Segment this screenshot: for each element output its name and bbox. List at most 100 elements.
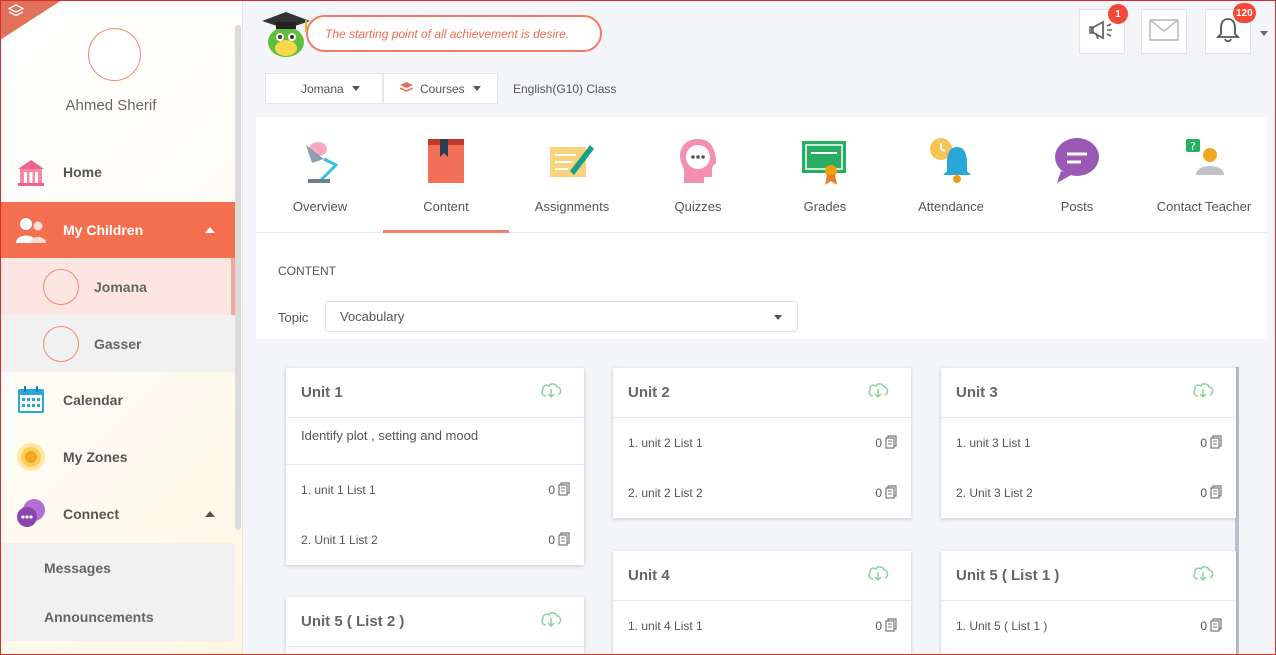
sidebar-item-connect[interactable]: Connect	[0, 489, 235, 539]
list-item[interactable]: 1. unit 1 List 1 0	[286, 465, 584, 515]
list-item-count: 0	[875, 436, 882, 450]
sidebar-item-home[interactable]: Home	[0, 147, 235, 197]
list-item-name: 1. unit 2 List 1	[628, 436, 703, 450]
breadcrumb-child-label: Jomana	[301, 81, 344, 96]
quiz-head-icon	[672, 135, 724, 187]
topic-select-value: Vocabulary	[340, 309, 405, 324]
breadcrumb-courses-label: Courses	[420, 81, 465, 96]
tab-content[interactable]: Content	[383, 117, 509, 233]
breadcrumb-courses[interactable]: Courses	[399, 73, 481, 104]
sidebar-scrollbar[interactable]	[235, 25, 241, 530]
list-item-count: 0	[1200, 619, 1207, 633]
unit-header[interactable]: Unit 4	[613, 551, 911, 601]
speech-bubble-icon	[1051, 135, 1103, 187]
tab-contact-teacher[interactable]: ? Contact Teacher	[1141, 117, 1267, 233]
sidebar-child-jomana[interactable]: Jomana	[0, 258, 235, 315]
tab-attendance[interactable]: Attendance	[888, 117, 1014, 233]
chevron-down-icon[interactable]	[1260, 31, 1268, 36]
user-avatar[interactable]	[88, 28, 141, 81]
cloud-download-icon[interactable]	[540, 381, 562, 403]
unit-header[interactable]: Unit 5 ( List 2 )	[286, 597, 584, 647]
breadcrumb-child[interactable]: Jomana	[301, 73, 360, 104]
list-item[interactable]: 2. Unit 1 List 2 0	[286, 515, 584, 565]
tab-posts[interactable]: Posts	[1014, 117, 1140, 233]
sidebar-item-label: Connect	[63, 506, 119, 522]
sidebar-item-label: Calendar	[63, 392, 123, 408]
assignment-icon	[546, 135, 598, 187]
dinosaur-mascot-icon	[256, 4, 316, 60]
topic-label: Topic	[278, 310, 309, 325]
motivation-quote: The starting point of all achievement is…	[306, 15, 602, 52]
cloud-download-icon[interactable]	[867, 381, 889, 403]
sidebar-item-my-zones[interactable]: My Zones	[0, 432, 235, 482]
tab-label: Posts	[1060, 199, 1094, 214]
course-panel: Overview Content Assignments Quizzes Gra…	[256, 117, 1268, 655]
sidebar-item-label: Home	[63, 164, 102, 180]
sidebar-subitem-messages[interactable]: Messages	[0, 543, 235, 592]
list-item-count: 0	[548, 533, 555, 547]
chevron-down-icon	[472, 86, 481, 91]
list-item[interactable]: 1. unit 3 List 1 0	[941, 418, 1236, 468]
unit-title: Unit 5 ( List 2 )	[301, 613, 405, 630]
list-item[interactable]: 1. unit 4 List 1 0	[613, 601, 911, 651]
cloud-download-icon[interactable]	[1192, 564, 1214, 586]
list-item[interactable]: 1. Unit 5 ( List 1 ) 0	[941, 601, 1236, 651]
child-avatar	[43, 268, 79, 305]
copy-icon	[885, 434, 897, 452]
unit-card: Unit 4 1. unit 4 List 1 0	[613, 551, 911, 655]
topic-select[interactable]: Vocabulary	[325, 301, 798, 332]
unit-header[interactable]: Unit 3	[941, 368, 1236, 418]
unit-header[interactable]: Unit 1	[286, 368, 584, 418]
book-icon	[420, 135, 472, 187]
tab-overview[interactable]: Overview	[257, 117, 383, 233]
unit-description: Identify plot , setting and mood	[286, 418, 584, 465]
user-name: Ahmed Sherif	[65, 97, 157, 114]
certificate-icon	[799, 135, 851, 187]
bell-clock-icon	[925, 135, 977, 187]
list-item-name: 1. unit 3 List 1	[956, 436, 1031, 450]
tab-label: Contact Teacher	[1156, 199, 1252, 214]
sidebar-item-my-children[interactable]: My Children	[0, 202, 235, 258]
list-item[interactable]: 2. unit 2 List 2 0	[613, 468, 911, 518]
unit-card: Unit 5 ( List 2 )	[286, 597, 584, 655]
unit-header[interactable]: Unit 5 ( List 1 )	[941, 551, 1236, 601]
school-icon	[15, 156, 47, 188]
list-item[interactable]: 2. Unit 3 List 2 0	[941, 468, 1236, 518]
copy-icon	[558, 531, 570, 549]
tab-label: Grades	[803, 199, 847, 214]
sidebar-child-gasser[interactable]: Gasser	[0, 315, 235, 372]
course-tabs: Overview Content Assignments Quizzes Gra…	[256, 117, 1268, 233]
chevron-down-icon	[351, 86, 360, 91]
chevron-up-icon[interactable]	[205, 511, 215, 517]
children-icon	[15, 214, 47, 246]
layers-icon[interactable]	[7, 4, 25, 21]
sidebar-item-label: My Children	[63, 222, 144, 238]
breadcrumb-current-label: English(G10) Class	[513, 81, 617, 96]
tab-label: Assignments	[534, 199, 610, 214]
unit-card: Unit 3 1. unit 3 List 1 0 2. Unit 3 List…	[941, 368, 1236, 518]
tab-label: Content	[423, 199, 469, 214]
messages-button[interactable]	[1141, 9, 1187, 54]
list-item-name: 2. Unit 3 List 2	[956, 486, 1033, 500]
sidebar-item-calendar[interactable]: Calendar	[0, 375, 235, 425]
unit-header[interactable]: Unit 2	[613, 368, 911, 418]
sidebar-subitem-announcements[interactable]: Announcements	[0, 592, 235, 641]
list-item-count: 0	[548, 483, 555, 497]
list-item-name: 2. Unit 1 List 2	[301, 533, 378, 547]
cloud-download-icon[interactable]	[540, 610, 562, 632]
list-item[interactable]: 1. unit 2 List 1 0	[613, 418, 911, 468]
unit-card: Unit 5 ( List 1 ) 1. Unit 5 ( List 1 ) 0	[941, 551, 1236, 655]
copy-icon	[1210, 434, 1222, 452]
chat-icon	[15, 498, 47, 530]
calendar-icon	[15, 384, 47, 416]
unit-title: Unit 3	[956, 384, 998, 401]
cloud-download-icon[interactable]	[1192, 381, 1214, 403]
sidebar-subitem-label: Messages	[44, 559, 111, 576]
cloud-download-icon[interactable]	[867, 564, 889, 586]
unit-card: Unit 1 Identify plot , setting and mood …	[286, 368, 584, 565]
zones-icon	[15, 441, 47, 473]
tab-quizzes[interactable]: Quizzes	[635, 117, 761, 233]
tab-assignments[interactable]: Assignments	[509, 117, 635, 233]
chevron-up-icon[interactable]	[205, 227, 215, 233]
tab-grades[interactable]: Grades	[762, 117, 888, 233]
